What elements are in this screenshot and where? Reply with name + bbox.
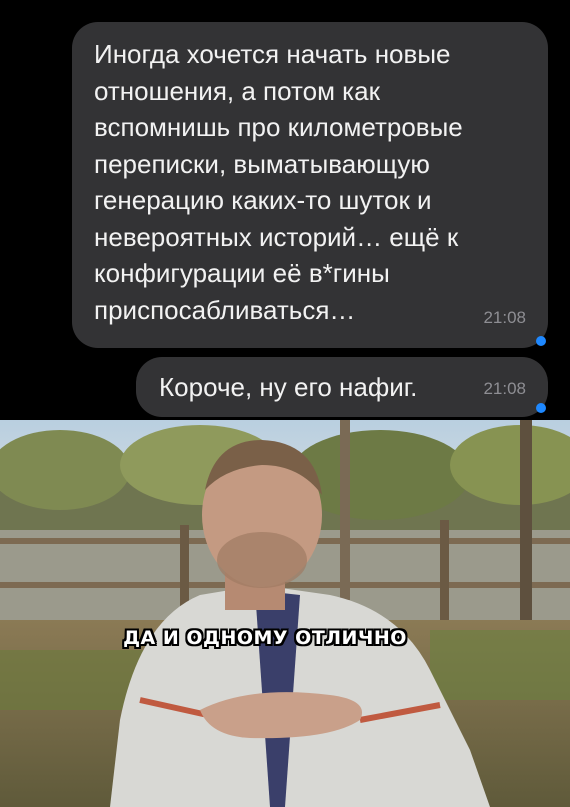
unread-dot-icon: [536, 336, 546, 346]
message-bubble[interactable]: Иногда хочется начать новые отношения, а…: [72, 22, 548, 348]
message-text: Иногда хочется начать новые отношения, а…: [94, 39, 463, 325]
meme-image: [0, 420, 570, 807]
meme-caption: ДА И ОДНОМУ ОТЛИЧНО: [123, 627, 407, 649]
message-text: Короче, ну его нафиг.: [159, 372, 418, 402]
meme-photo: [0, 420, 570, 807]
message-bubble[interactable]: Короче, ну его нафиг. 21:08: [136, 357, 548, 417]
unread-dot-icon: [536, 403, 546, 413]
message-time: 21:08: [483, 307, 526, 327]
message-time: 21:08: [483, 379, 526, 398]
chat-area: Иногда хочется начать новые отношения, а…: [0, 0, 570, 420]
